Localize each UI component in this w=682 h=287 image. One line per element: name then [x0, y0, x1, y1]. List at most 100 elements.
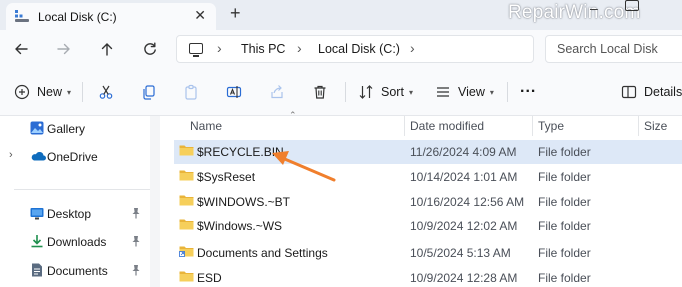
- sidebar-item-desktop[interactable]: Desktop: [0, 202, 150, 226]
- plus-circle-icon: [13, 83, 31, 101]
- delete-button[interactable]: [311, 80, 329, 104]
- table-row[interactable]: $SysReset 10/14/2024 1:01 AM File folder: [174, 165, 682, 189]
- file-type: File folder: [538, 219, 591, 233]
- file-date: 10/9/2024 12:28 AM: [410, 271, 518, 285]
- share-button[interactable]: [268, 80, 286, 104]
- file-date: 10/5/2024 5:13 AM: [410, 246, 511, 260]
- details-label: Details: [644, 85, 682, 99]
- watermark: RepairWin.com: [508, 2, 641, 23]
- sidebar-item-gallery[interactable]: Gallery: [0, 117, 150, 141]
- cut-button[interactable]: [97, 80, 115, 104]
- folder-icon: [179, 194, 194, 206]
- table-row[interactable]: ESD 10/9/2024 12:28 AM File folder: [174, 266, 682, 287]
- sidebar-item-documents[interactable]: Documents: [0, 259, 150, 283]
- column-divider[interactable]: [638, 116, 639, 136]
- sort-label: Sort: [381, 85, 404, 99]
- table-row[interactable]: $Windows.~WS 10/9/2024 12:02 AM File fol…: [174, 214, 682, 238]
- column-divider[interactable]: [532, 116, 533, 136]
- chevron-down-icon: ▾: [408, 87, 413, 97]
- file-date: 10/14/2024 1:01 AM: [410, 170, 518, 184]
- column-divider[interactable]: [404, 116, 405, 136]
- file-date: 11/26/2024 4:09 AM: [410, 145, 517, 159]
- drive-icon: [14, 9, 30, 23]
- sidebar-item-label: Documents: [47, 264, 108, 278]
- address-bar[interactable]: › This PC › Local Disk (C:) ›: [176, 35, 534, 63]
- tab-title: Local Disk (C:): [38, 10, 117, 24]
- sidebar-item-downloads[interactable]: Downloads: [0, 230, 150, 254]
- file-date: 10/16/2024 12:56 AM: [410, 195, 525, 209]
- forward-button[interactable]: [54, 39, 74, 59]
- back-button[interactable]: [11, 39, 31, 59]
- title-bar: Local Disk (C:) ✕ + RepairWin.com –: [0, 0, 682, 30]
- sidebar-scrollbar[interactable]: [150, 116, 160, 287]
- table-row[interactable]: $RECYCLE.BIN 11/26/2024 4:09 AM File fol…: [174, 140, 682, 164]
- chevron-right-icon[interactable]: ›: [297, 40, 302, 56]
- up-button[interactable]: [97, 39, 117, 59]
- arrow-right-icon: [57, 43, 70, 55]
- rename-icon: [225, 83, 243, 101]
- new-button[interactable]: New ▾: [13, 80, 71, 104]
- sidebar-item-label: Gallery: [47, 122, 86, 136]
- breadcrumb-local-disk[interactable]: Local Disk (C:): [318, 42, 400, 56]
- file-date: 10/9/2024 12:02 AM: [410, 219, 518, 233]
- paste-button[interactable]: [182, 80, 200, 104]
- file-name: $RECYCLE.BIN: [197, 145, 284, 159]
- minimize-icon[interactable]: –: [590, 0, 598, 16]
- details-pane-icon: [620, 83, 638, 101]
- navigation-pane: Gallery › OneDrive Desktop Downloads Doc…: [0, 116, 160, 287]
- column-header-date[interactable]: Date modified: [410, 119, 484, 133]
- folder-icon: [179, 169, 194, 181]
- file-name: Documents and Settings: [197, 246, 328, 260]
- divider: [14, 189, 150, 190]
- divider: [507, 82, 508, 102]
- file-type: File folder: [538, 195, 591, 209]
- folder-shortcut-icon: [179, 245, 194, 257]
- file-name: $SysReset: [197, 170, 256, 184]
- details-pane-button[interactable]: Details: [620, 80, 682, 104]
- search-box[interactable]: [545, 35, 682, 63]
- search-input[interactable]: [557, 42, 682, 56]
- close-tab-icon[interactable]: ✕: [194, 7, 206, 24]
- new-label: New: [37, 85, 63, 99]
- sort-icon: [357, 83, 375, 101]
- rename-button[interactable]: [225, 80, 243, 104]
- new-tab-button[interactable]: +: [230, 3, 241, 24]
- onedrive-icon: [30, 150, 46, 164]
- column-header-row: ⌃ Name Date modified Type Size: [160, 110, 682, 136]
- divider: [345, 82, 346, 102]
- column-header-type[interactable]: Type: [538, 119, 564, 133]
- sort-button[interactable]: Sort ▾: [357, 80, 413, 104]
- chevron-right-icon[interactable]: ›: [217, 40, 222, 56]
- file-name: $Windows.~WS: [197, 219, 283, 233]
- pin-icon[interactable]: [131, 264, 141, 276]
- file-name: $WINDOWS.~BT: [197, 195, 291, 209]
- column-header-size[interactable]: Size: [644, 119, 667, 133]
- table-row[interactable]: Documents and Settings 10/5/2024 5:13 AM…: [174, 241, 682, 265]
- file-type: File folder: [538, 246, 591, 260]
- refresh-button[interactable]: [140, 39, 160, 59]
- command-bar: New ▾ Sort ▾ View ▾ ... Details: [0, 68, 682, 116]
- column-header-name[interactable]: Name: [190, 119, 222, 133]
- trash-icon: [311, 83, 329, 101]
- chevron-right-icon[interactable]: ›: [410, 40, 415, 56]
- folder-icon: [179, 270, 194, 282]
- maximize-icon[interactable]: [625, 0, 639, 11]
- table-row[interactable]: $WINDOWS.~BT 10/16/2024 12:56 AM File fo…: [174, 190, 682, 214]
- divider: [82, 82, 83, 102]
- gallery-icon: [30, 121, 44, 135]
- view-button[interactable]: View ▾: [434, 80, 494, 104]
- breadcrumb-this-pc[interactable]: This PC: [241, 42, 285, 56]
- sidebar-item-label: OneDrive: [47, 150, 98, 164]
- sidebar-item-label: Desktop: [47, 207, 92, 221]
- more-options-button[interactable]: ...: [520, 79, 536, 104]
- scissors-icon: [97, 83, 115, 101]
- pin-icon[interactable]: [131, 207, 141, 219]
- arrow-up-icon: [101, 43, 113, 56]
- desktop-icon: [30, 206, 44, 220]
- copy-button[interactable]: [140, 80, 158, 104]
- sidebar-item-onedrive[interactable]: › OneDrive: [0, 145, 150, 169]
- pin-icon[interactable]: [131, 235, 141, 247]
- chevron-right-icon[interactable]: ›: [9, 149, 13, 161]
- file-list: ⌃ Name Date modified Type Size $RECYCLE.…: [160, 110, 682, 287]
- tab-local-disk[interactable]: Local Disk (C:) ✕: [6, 3, 216, 30]
